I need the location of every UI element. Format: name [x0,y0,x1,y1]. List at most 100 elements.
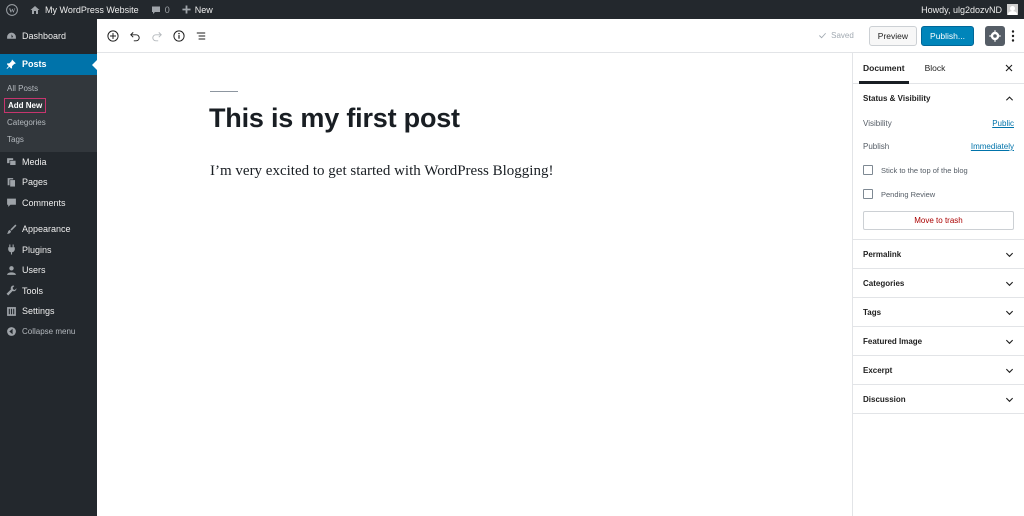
redo-icon [152,31,162,41]
panel-title: Permalink [863,249,902,259]
close-settings-button[interactable] [1004,63,1014,73]
panel-header[interactable]: Categories [853,269,1024,297]
sidebar-item-media[interactable]: Media [0,152,97,173]
tab-block[interactable]: Block [915,53,956,83]
submenu-label: Categories [7,117,46,127]
sidebar-item-label: Appearance [22,224,71,235]
wordpress-logo-button[interactable]: W [0,0,24,19]
undo-icon [130,31,140,41]
panel-header[interactable]: Excerpt [853,356,1024,384]
title-separator [210,91,238,92]
plug-icon [6,244,17,255]
settings-button[interactable] [985,25,1005,46]
submenu-label: All Posts [7,83,39,93]
comments-link[interactable]: 0 [145,0,176,19]
tab-document[interactable]: Document [853,53,915,84]
collapse-menu-button[interactable]: Collapse menu [0,322,97,343]
panel-title: Status & Visibility [863,93,931,103]
pending-review-label: Pending Review [881,189,936,199]
panel-header[interactable]: Permalink [853,240,1024,268]
sidebar-item-label: Plugins [22,244,52,255]
sticky-checkbox[interactable] [863,165,873,175]
comments-count: 0 [164,4,170,15]
publish-row: Publish Immediately [853,135,1024,158]
publish-date-link[interactable]: Immediately [971,142,1014,151]
site-name-link[interactable]: My WordPress Website [24,0,145,19]
submenu-tags[interactable]: Tags [0,131,97,148]
paragraph-block[interactable]: I’m very excited to get started with Wor… [210,163,553,180]
account-menu[interactable]: Howdy, ulg2dozvND [921,4,1024,15]
pending-review-checkbox[interactable] [863,189,873,199]
panel-header[interactable]: Tags [853,298,1024,326]
sidebar-item-appearance[interactable]: Appearance [0,219,97,240]
tags-panel[interactable]: Tags [853,298,1024,327]
chevron-down-icon [1005,368,1014,373]
pages-icon [6,177,17,188]
pending-review-option[interactable]: Pending Review [853,182,1024,206]
panel-title: Excerpt [863,365,893,375]
publish-button[interactable]: Publish... [921,25,974,46]
panel-header[interactable]: Featured Image [853,327,1024,355]
permalink-panel[interactable]: Permalink [853,240,1024,269]
media-icon [6,156,17,167]
chevron-down-icon [1005,281,1014,286]
featured-image-panel[interactable]: Featured Image [853,327,1024,356]
sidebar-item-users[interactable]: Users [0,260,97,281]
panel-title: Tags [863,307,882,317]
status-visibility-panel: Status & Visibility Visibility Public Pu… [853,84,1024,240]
more-options-button[interactable] [1008,26,1018,46]
excerpt-panel[interactable]: Excerpt [853,356,1024,385]
panel-header[interactable]: Discussion [853,385,1024,413]
panel-header[interactable]: Status & Visibility [853,84,1024,112]
redo-button[interactable] [146,25,168,47]
submenu-label: Tags [7,134,24,144]
sidebar-item-label: Collapse menu [22,327,76,337]
sidebar-item-tools[interactable]: Tools [0,281,97,302]
discussion-panel[interactable]: Discussion [853,385,1024,414]
post-title[interactable]: This is my first post [209,103,460,134]
submenu-label: Add New [3,97,47,113]
submenu-all-posts[interactable]: All Posts [0,80,97,97]
comment-icon [151,6,160,14]
saved-label: Saved [831,31,854,40]
sticky-label: Stick to the top of the blog [881,165,968,175]
sidebar-item-plugins[interactable]: Plugins [0,240,97,261]
editor-toolbar: Saved Preview Publish... [97,19,1024,53]
checkmark-icon [819,32,827,39]
svg-text:W: W [9,7,16,14]
settings-sidebar: Document Block Status & Visibility Visib… [852,53,1024,516]
categories-panel[interactable]: Categories [853,269,1024,298]
sidebar-item-comments[interactable]: Comments [0,193,97,214]
sidebar-item-pages[interactable]: Pages [0,172,97,193]
content-info-button[interactable] [168,25,190,47]
undo-button[interactable] [124,25,146,47]
avatar [1007,4,1018,15]
sidebar-item-label: Tools [22,285,44,296]
submenu-add-new[interactable]: Add New [0,97,97,114]
sidebar-item-posts[interactable]: Posts [0,53,97,75]
chevron-down-icon [1005,397,1014,402]
sidebar-item-settings[interactable]: Settings [0,301,97,322]
howdy-text: Howdy, ulg2dozvND [921,4,1002,15]
block-navigation-button[interactable] [190,25,212,47]
sidebar-item-label: Media [22,156,47,167]
list-icon [196,32,206,39]
new-content-link[interactable]: New [176,0,219,19]
visibility-row: Visibility Public [853,112,1024,135]
home-icon [30,5,40,14]
settings-sliders-icon [6,306,17,317]
site-name: My WordPress Website [45,4,139,15]
visibility-toggle-link[interactable]: Public [992,119,1014,128]
wrench-icon [6,285,17,296]
submenu-categories[interactable]: Categories [0,114,97,131]
close-icon [1005,64,1013,72]
sidebar-item-label: Dashboard [22,31,67,42]
saved-indicator: Saved [818,31,854,40]
move-to-trash-button[interactable]: Move to trash [863,211,1014,230]
preview-button[interactable]: Preview [868,25,918,46]
comment-bubble-icon [6,197,17,208]
sidebar-item-label: Posts [22,59,47,69]
sticky-option[interactable]: Stick to the top of the blog [853,158,1024,182]
add-block-button[interactable] [102,25,124,47]
sidebar-item-dashboard[interactable]: Dashboard [0,26,97,47]
